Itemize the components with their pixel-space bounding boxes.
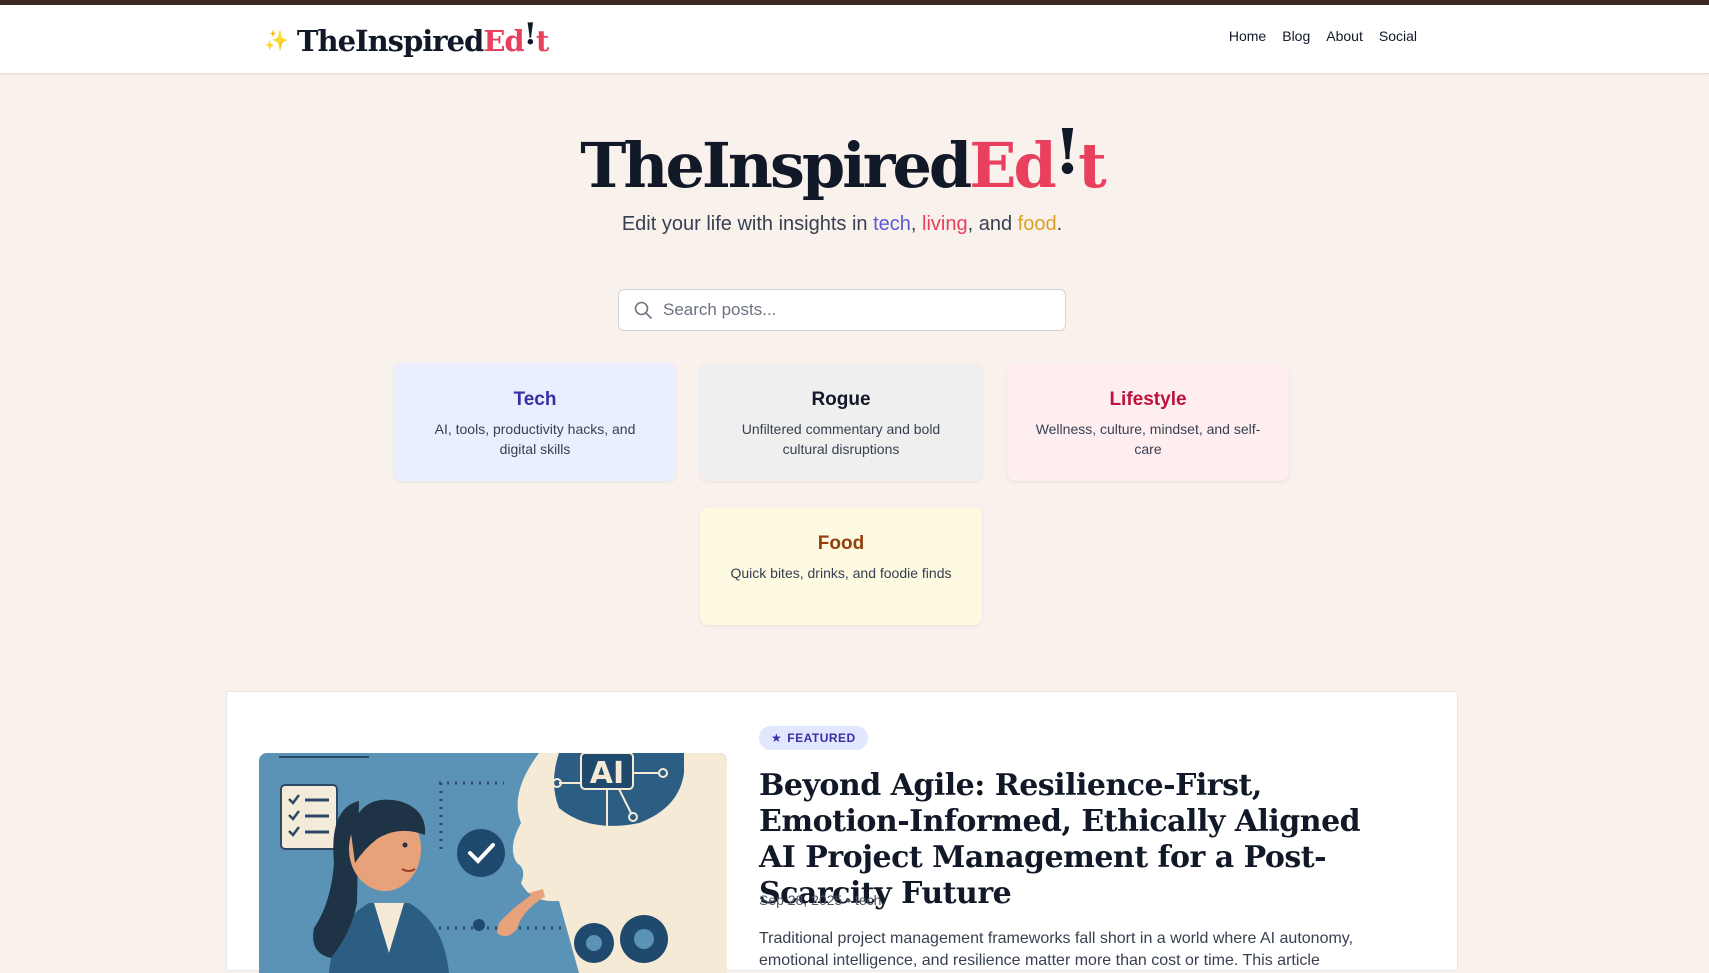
site-logo[interactable]: ✨ TheInspired Ed! t <box>264 17 549 61</box>
category-description: AI, tools, productivity hacks, and digit… <box>434 421 636 457</box>
hero-title-ed: Ed <box>969 129 1057 202</box>
category-card-tech[interactable]: Tech AI, tools, productivity hacks, and … <box>394 363 676 481</box>
category-card-rogue[interactable]: Rogue Unfiltered commentary and bold cul… <box>700 363 982 481</box>
category-name: Tech <box>513 389 557 410</box>
category-name: Lifestyle <box>1109 389 1187 410</box>
category-name: Food <box>817 533 865 554</box>
nav-home-link[interactable]: Home <box>1229 28 1266 44</box>
nav-social-link[interactable]: Social <box>1379 28 1417 44</box>
tagline-prefix: Edit your life with insights in <box>621 213 874 235</box>
tagline-living: living <box>922 213 968 235</box>
hero-title: TheInspiredEd!t <box>0 115 1684 206</box>
site-header: ✨ TheInspired Ed! t Home Blog About Social <box>0 5 1709 74</box>
tagline-food: food <box>1017 213 1057 235</box>
featured-post-card[interactable]: AI ★ FEATURED Beyond Agile: Resilience-F… <box>226 691 1458 973</box>
category-card-lifestyle[interactable]: Lifestyle Wellness, culture, mindset, an… <box>1007 363 1289 481</box>
category-name: Rogue <box>811 389 871 410</box>
tagline-end: . <box>1056 213 1063 235</box>
main-nav: Home Blog About Social <box>1229 28 1417 44</box>
featured-badge-label: FEATURED <box>787 731 856 745</box>
logo-t-text: t <box>535 23 549 58</box>
post-category[interactable]: tech <box>855 892 881 908</box>
meta-separator: • <box>846 892 852 908</box>
tagline-separator: , and <box>967 213 1018 235</box>
tagline-tech: tech <box>873 213 911 235</box>
featured-post-meta: Sep 28, 2025 • tech <box>759 892 881 908</box>
search-box <box>618 289 1066 331</box>
tagline-separator: , <box>910 213 923 235</box>
hero-title-bang: ! <box>1053 115 1081 188</box>
category-description: Unfiltered commentary and bold cultural … <box>741 421 941 457</box>
featured-badge: ★ FEATURED <box>759 726 868 750</box>
sparkle-icon: ✨ <box>264 28 289 52</box>
post-date: Sep 28, 2025 <box>759 892 843 908</box>
nav-blog-link[interactable]: Blog <box>1282 28 1310 44</box>
logo-main-text: TheInspired <box>296 23 484 58</box>
logo-text: TheInspired Ed! t <box>296 17 549 58</box>
featured-post-title[interactable]: Beyond Agile: Resilience-First, Emotion-… <box>759 768 1399 912</box>
ai-illustration: AI <box>259 753 727 973</box>
star-icon: ★ <box>771 731 783 745</box>
featured-post-image[interactable]: AI <box>259 753 727 973</box>
search-input[interactable] <box>663 300 1043 320</box>
hero-title-t: t <box>1078 129 1107 202</box>
image-ai-text: AI <box>590 756 624 791</box>
category-description: Quick bites, drinks, and foodie finds <box>730 565 952 581</box>
nav-about-link[interactable]: About <box>1326 28 1363 44</box>
hero-title-main: TheInspired <box>580 129 972 202</box>
category-card-food[interactable]: Food Quick bites, drinks, and foodie fin… <box>700 507 982 625</box>
logo-ed-text: Ed <box>483 23 524 58</box>
hero-tagline: Edit your life with insights in tech, li… <box>0 213 1684 236</box>
category-description: Wellness, culture, mindset, and self-car… <box>1035 421 1261 457</box>
search-icon <box>634 301 652 319</box>
logo-bang-text: ! <box>523 16 537 52</box>
featured-post-excerpt: Traditional project management framework… <box>759 930 1354 969</box>
